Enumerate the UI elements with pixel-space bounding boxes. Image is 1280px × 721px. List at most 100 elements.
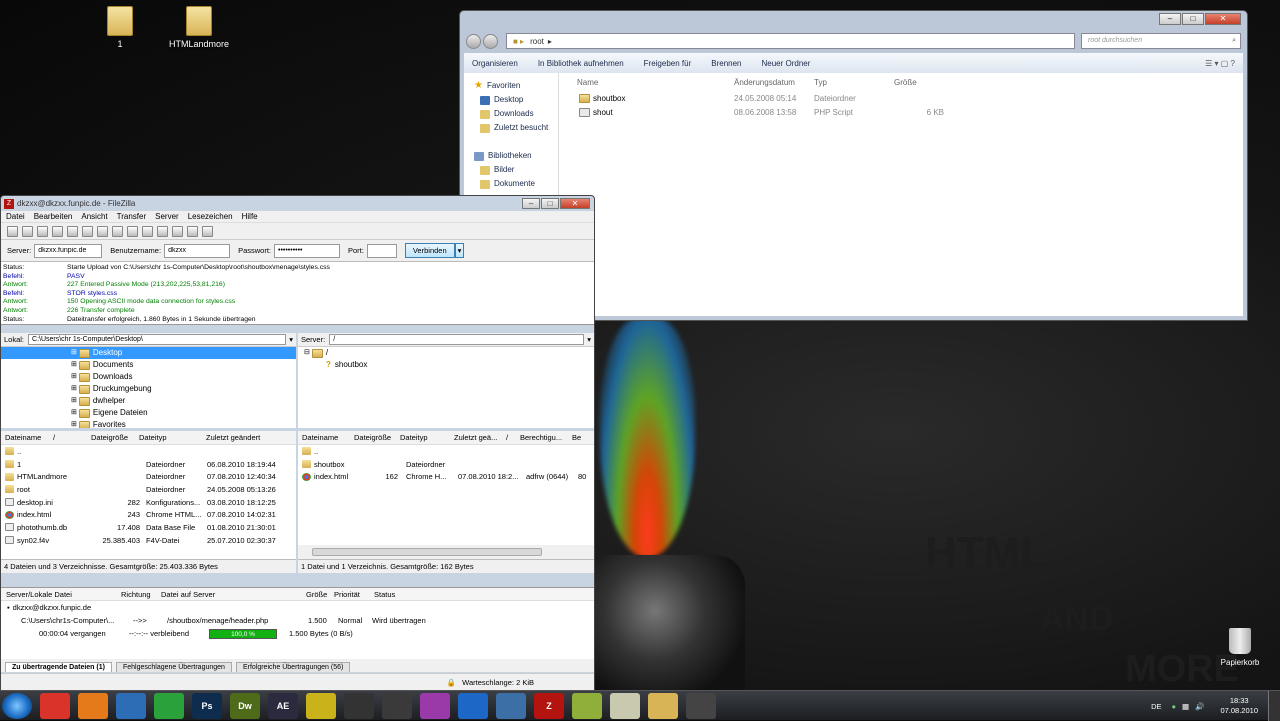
col-date[interactable]: Änderungsdatum bbox=[734, 78, 814, 87]
view-icon[interactable]: ☰ ▾ ▢ ? bbox=[1205, 59, 1235, 68]
expand-icon[interactable]: ⊞ bbox=[71, 407, 77, 419]
recycle-bin[interactable]: Papierkorb bbox=[1215, 628, 1265, 667]
photoshop-icon[interactable]: Ps bbox=[192, 692, 222, 719]
toggle-local-tree-icon[interactable] bbox=[37, 225, 48, 237]
expand-icon[interactable]: ⊞ bbox=[71, 395, 77, 407]
table-row[interactable]: .. bbox=[1, 445, 296, 458]
cancel-icon[interactable] bbox=[112, 225, 123, 237]
table-row[interactable]: index.html 162 Chrome H... 07.08.2010 18:2.… bbox=[298, 470, 594, 483]
refresh-icon[interactable] bbox=[82, 225, 93, 237]
expand-icon[interactable]: ⊞ bbox=[71, 383, 77, 395]
table-row[interactable]: photothumb.db 17.408 Data Base File 01.08.2… bbox=[1, 521, 296, 534]
expand-icon[interactable]: ⊞ bbox=[71, 359, 77, 371]
menu-transfer[interactable]: Transfer bbox=[117, 212, 147, 221]
port-input[interactable] bbox=[366, 243, 397, 258]
network-icon[interactable]: ▦ bbox=[1182, 702, 1189, 711]
col-filesize[interactable]: Dateigröße bbox=[91, 433, 139, 442]
sync-browse-icon[interactable] bbox=[187, 225, 198, 237]
table-row[interactable]: .. bbox=[298, 445, 594, 458]
connect-dropdown-button[interactable]: ▾ bbox=[454, 243, 465, 258]
expand-icon[interactable]: ⊞ bbox=[71, 419, 77, 428]
site-manager-icon[interactable] bbox=[7, 225, 18, 237]
expand-icon[interactable]: ⊞ bbox=[71, 347, 77, 359]
nav-desktop[interactable]: Desktop bbox=[464, 93, 558, 107]
tray-icon[interactable]: ● bbox=[1171, 702, 1176, 711]
maximize-button[interactable]: □ bbox=[1182, 13, 1204, 25]
chevron-down-icon[interactable]: ▾ bbox=[289, 335, 293, 344]
search-input[interactable]: root durchsuchen ⌕ bbox=[1081, 33, 1241, 49]
tree-node[interactable]: ? shoutbox bbox=[298, 359, 594, 371]
col-filetype[interactable]: Dateityp bbox=[139, 433, 206, 442]
table-row[interactable]: syn02.f4v 25.385.403 F4V-Datei 25.07.2010 0… bbox=[1, 534, 296, 547]
col-size[interactable]: Größe bbox=[894, 78, 954, 87]
table-row[interactable]: 1 Dateiordner 06.08.2010 18:19:44 bbox=[1, 458, 296, 471]
aftereffects-icon[interactable]: AE bbox=[268, 692, 298, 719]
burn-button[interactable]: Brennen bbox=[711, 59, 741, 68]
col-size[interactable]: Größe bbox=[306, 590, 334, 599]
col-remote-file[interactable]: Datei auf Server bbox=[161, 590, 306, 599]
new-folder-button[interactable]: Neuer Ordner bbox=[762, 59, 811, 68]
explorer-icon[interactable] bbox=[648, 692, 678, 719]
menu-help[interactable]: Hilfe bbox=[242, 212, 258, 221]
disconnect-icon[interactable] bbox=[127, 225, 138, 237]
col-status[interactable]: Status bbox=[374, 590, 434, 599]
search-icon[interactable] bbox=[202, 225, 213, 237]
queue-file-row[interactable]: C:\Users\chr1s-Computer\... -->> /shoutb… bbox=[1, 614, 594, 627]
chevron-down-icon[interactable]: ▾ bbox=[587, 335, 591, 344]
table-row[interactable]: root Dateiordner 24.05.2008 05:13:26 bbox=[1, 483, 296, 496]
flower-icon[interactable] bbox=[154, 692, 184, 719]
password-input[interactable] bbox=[274, 243, 340, 258]
col-name[interactable]: Name bbox=[559, 78, 734, 87]
maximize-button[interactable]: □ bbox=[541, 198, 559, 209]
share-button[interactable]: Freigeben für bbox=[644, 59, 692, 68]
col-priority[interactable]: Priorität bbox=[334, 590, 374, 599]
username-input[interactable] bbox=[164, 243, 231, 258]
connect-button[interactable]: Verbinden bbox=[404, 243, 455, 258]
nav-pictures[interactable]: Bilder bbox=[464, 163, 558, 177]
nav-documents[interactable]: Dokumente bbox=[464, 177, 558, 191]
remote-path-input[interactable]: / bbox=[329, 334, 585, 345]
col-filename[interactable]: Dateiname bbox=[298, 433, 354, 442]
nav-libraries[interactable]: Bibliotheken bbox=[464, 149, 558, 163]
menu-view[interactable]: Ansicht bbox=[81, 212, 107, 221]
toggle-remote-tree-icon[interactable] bbox=[52, 225, 63, 237]
table-row[interactable]: HTMLandmore Dateiordner 07.08.2010 12:40:3… bbox=[1, 470, 296, 483]
notepad-icon[interactable] bbox=[610, 692, 640, 719]
tree-node[interactable]: ⊞ Desktop bbox=[1, 347, 296, 359]
show-desktop-button[interactable] bbox=[1268, 691, 1280, 721]
menu-bookmarks[interactable]: Lesezeichen bbox=[188, 212, 233, 221]
organize-button[interactable]: Organisieren bbox=[472, 59, 518, 68]
nav-recent[interactable]: Zuletzt besucht bbox=[464, 121, 558, 135]
winamp-icon[interactable] bbox=[344, 692, 374, 719]
col-filename[interactable]: Dateiname bbox=[1, 433, 53, 442]
nav-favorites[interactable]: ★ Favoriten bbox=[464, 79, 558, 93]
close-button[interactable]: ✕ bbox=[1205, 13, 1241, 25]
tree-node[interactable]: ⊟ / bbox=[298, 347, 594, 359]
col-server-local[interactable]: Server/Lokale Datei bbox=[1, 590, 121, 599]
library-button[interactable]: In Bibliothek aufnehmen bbox=[538, 59, 624, 68]
collapse-icon[interactable]: ⊟ bbox=[304, 347, 310, 359]
close-button[interactable]: ✕ bbox=[560, 198, 590, 209]
filezilla-icon[interactable]: Z bbox=[534, 692, 564, 719]
process-queue-icon[interactable] bbox=[97, 225, 108, 237]
tree-node[interactable]: ⊞ Downloads bbox=[1, 371, 296, 383]
filter-icon[interactable] bbox=[157, 225, 168, 237]
volume-icon[interactable]: 🔊 bbox=[1195, 702, 1204, 711]
table-row[interactable]: desktop.ini 282 Konfigurations... 03.08.201… bbox=[1, 496, 296, 509]
table-row[interactable]: shoutbox Dateiordner bbox=[298, 458, 594, 471]
tree-node[interactable]: ⊞ Eigene Dateien bbox=[1, 407, 296, 419]
notes-icon[interactable] bbox=[572, 692, 602, 719]
skype-icon[interactable] bbox=[382, 692, 412, 719]
tab-failed[interactable]: Fehlgeschlagene Übertragungen bbox=[115, 662, 232, 672]
dreamweaver-icon[interactable]: Dw bbox=[230, 692, 260, 719]
expand-icon[interactable]: ⊞ bbox=[71, 371, 77, 383]
horizontal-scrollbar[interactable] bbox=[298, 545, 594, 559]
network-icon[interactable] bbox=[496, 692, 526, 719]
language-indicator[interactable]: DE bbox=[1151, 702, 1161, 711]
tree-node[interactable]: ⊞ dwhelper bbox=[1, 395, 296, 407]
menu-edit[interactable]: Bearbeiten bbox=[34, 212, 73, 221]
col-modified[interactable]: Zuletzt geändert bbox=[206, 433, 286, 442]
back-button[interactable] bbox=[466, 33, 481, 49]
col-modified[interactable]: Zuletzt geä... bbox=[454, 433, 506, 442]
tree-node[interactable]: ⊞ Druckumgebung bbox=[1, 383, 296, 395]
